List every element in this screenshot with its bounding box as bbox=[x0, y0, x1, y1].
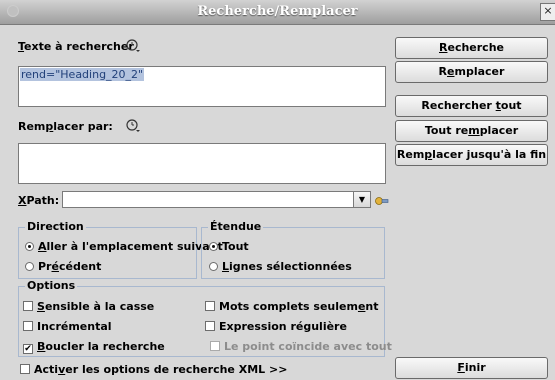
checkbox-box[interactable] bbox=[205, 301, 215, 311]
radio-indicator[interactable] bbox=[25, 262, 34, 271]
options-title: Options bbox=[25, 279, 78, 292]
checkbox-dot-matches-all: Le point coïncide avec tout bbox=[210, 340, 392, 353]
replace-input[interactable] bbox=[18, 143, 386, 184]
close-button[interactable]: × bbox=[540, 3, 555, 21]
replace-history-dropdown-icon[interactable] bbox=[126, 119, 142, 133]
xpath-tool-icon[interactable] bbox=[374, 195, 390, 207]
search-button[interactable]: Recherche bbox=[395, 37, 548, 59]
scope-title: Étendue bbox=[208, 220, 264, 233]
replace-all-button[interactable]: Tout remplacer bbox=[395, 120, 548, 142]
history-dropdown-icon[interactable] bbox=[126, 39, 142, 53]
search-input[interactable]: rend="Heading_20_2" bbox=[18, 66, 386, 107]
search-all-button[interactable]: Rechercher tout bbox=[395, 95, 548, 117]
xpath-combobox[interactable]: ▼ bbox=[62, 191, 371, 208]
radio-selected-lines[interactable]: Lignes sélectionnées bbox=[209, 260, 352, 273]
checkbox-xml-options[interactable]: Activer les options de recherche XML >> bbox=[20, 363, 287, 376]
checkbox-regexp[interactable]: Expression régulière bbox=[205, 320, 347, 333]
title-bar: Recherche/Remplacer × bbox=[0, 0, 555, 25]
search-value: rend="Heading_20_2" bbox=[20, 68, 145, 81]
radio-previous[interactable]: Précédent bbox=[25, 260, 101, 273]
xpath-label: XPath: bbox=[18, 194, 60, 207]
check-mark-icon[interactable]: ✔ bbox=[23, 344, 33, 354]
search-label: Texte à rechercher bbox=[18, 40, 134, 53]
replace-button[interactable]: Remplacer bbox=[395, 61, 548, 83]
direction-title: Direction bbox=[25, 220, 86, 233]
checkbox-box[interactable] bbox=[23, 321, 33, 331]
checkbox-box[interactable] bbox=[20, 364, 30, 374]
window-title: Recherche/Remplacer bbox=[197, 4, 358, 19]
radio-all[interactable]: Tout bbox=[209, 240, 249, 253]
checkbox-whole-words[interactable]: Mots complets seulement bbox=[205, 300, 379, 313]
checkbox-wrap-search[interactable]: ✔ Boucler la recherche bbox=[23, 340, 165, 354]
radio-next-location[interactable]: Aller à l'emplacement suivant bbox=[25, 240, 223, 253]
replace-label: Remplacer par: bbox=[18, 120, 113, 133]
finish-button[interactable]: Finir bbox=[395, 357, 548, 379]
checkbox-case-sensitive[interactable]: Sensible à la casse bbox=[23, 300, 154, 313]
radio-indicator[interactable] bbox=[209, 242, 218, 251]
checkbox-box[interactable] bbox=[23, 301, 33, 311]
checkbox-box bbox=[210, 341, 220, 351]
checkbox-box[interactable] bbox=[205, 321, 215, 331]
radio-indicator[interactable] bbox=[25, 242, 34, 251]
checkbox-incremental[interactable]: Incrémental bbox=[23, 320, 112, 333]
radio-indicator[interactable] bbox=[209, 262, 218, 271]
chevron-down-icon[interactable]: ▼ bbox=[353, 192, 370, 207]
replace-to-end-button[interactable]: Remplacer jusqu'à la fin bbox=[395, 144, 548, 166]
